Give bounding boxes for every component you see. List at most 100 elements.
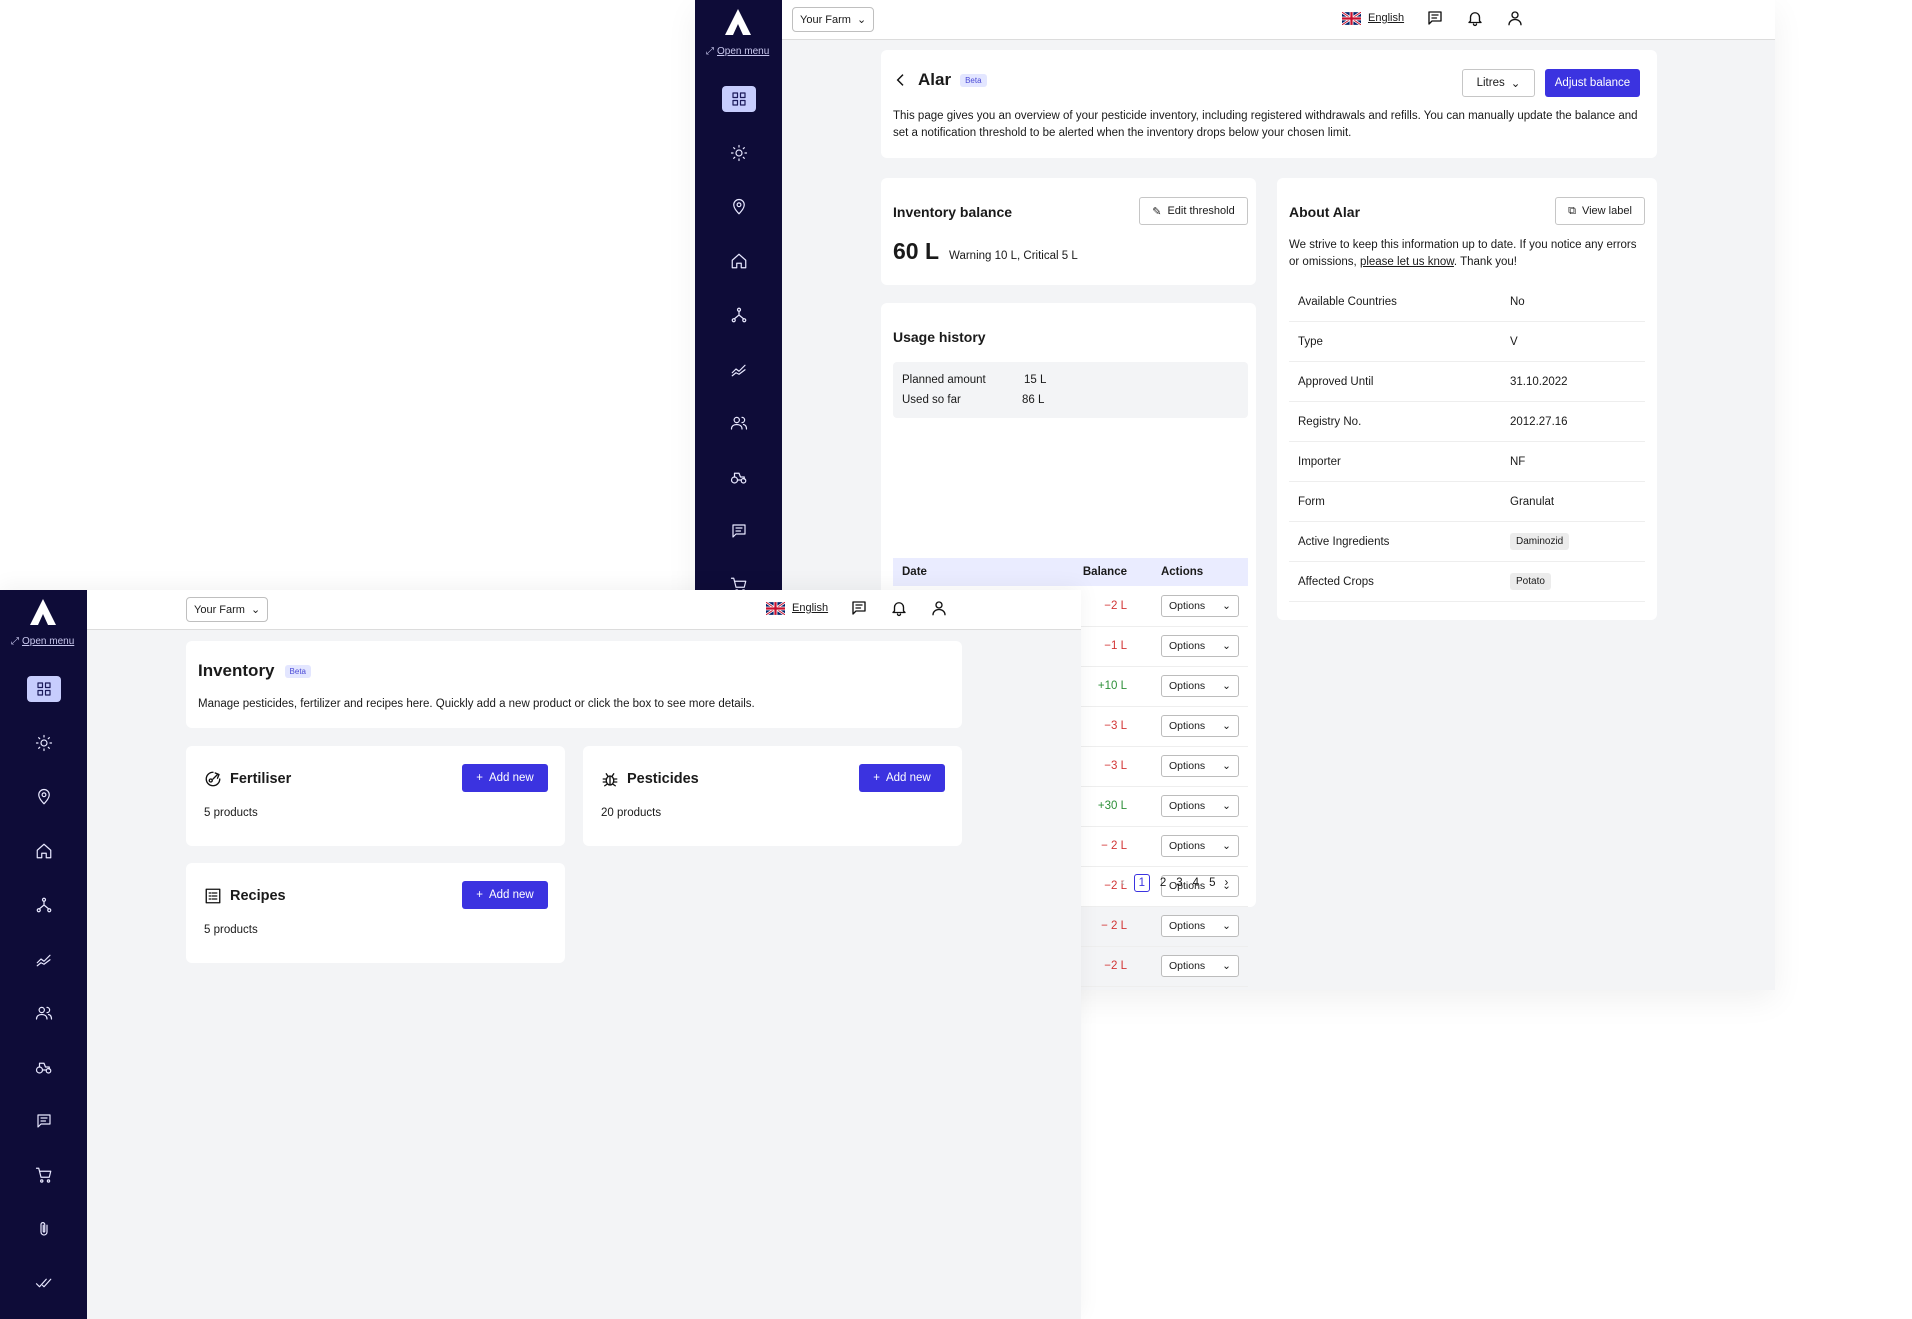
- row-options-dropdown[interactable]: Options ⌄: [1160, 635, 1239, 657]
- expand-icon: ⤢: [11, 636, 19, 647]
- about-row: Form Granulat: [1289, 482, 1645, 522]
- chevron-left-icon[interactable]: ‹: [1121, 877, 1125, 889]
- bell-icon[interactable]: [890, 599, 908, 617]
- about-key: Active Ingredients: [1298, 535, 1390, 548]
- weather-icon: [730, 144, 747, 162]
- row-options-dropdown[interactable]: Options ⌄: [1160, 675, 1239, 697]
- recipe-list-icon: [205, 888, 221, 904]
- add-pesticide-button[interactable]: + Add new: [859, 764, 945, 792]
- language-selector[interactable]: English: [1342, 11, 1404, 25]
- row-options-dropdown[interactable]: Options ⌄: [1160, 795, 1239, 817]
- weather-icon: [35, 734, 52, 752]
- page-number[interactable]: 3: [1176, 877, 1182, 889]
- sidebar-item-tasks[interactable]: [0, 1256, 87, 1310]
- sidebar-item-messages[interactable]: [695, 504, 782, 558]
- page-number[interactable]: 2: [1160, 877, 1166, 889]
- sidebar-item-analytics[interactable]: [695, 342, 782, 396]
- category-card-pesticides[interactable]: Pesticides + Add new 20 products: [583, 746, 962, 846]
- row-options-dropdown[interactable]: Options ⌄: [1160, 715, 1239, 737]
- sidebar-item-network[interactable]: [695, 288, 782, 342]
- about-card: About Alar ⧉ View label We strive to keep…: [1277, 178, 1657, 620]
- open-menu-link[interactable]: ⤢ Open menu: [706, 46, 769, 57]
- back-arrow-icon[interactable]: [893, 72, 909, 88]
- about-details: Available Countries No Type V Approved Until…: [1289, 282, 1645, 602]
- sidebar-item-people[interactable]: [0, 986, 87, 1040]
- chevron-down-icon: ⌄: [1222, 800, 1231, 812]
- add-recipe-button[interactable]: + Add new: [462, 881, 548, 909]
- about-intro: We strive to keep this information up to…: [1289, 239, 1637, 268]
- about-row: Active Ingredients Daminozid: [1289, 522, 1645, 562]
- row-options-dropdown[interactable]: Options ⌄: [1160, 755, 1239, 777]
- chevron-down-icon: ⌄: [856, 14, 867, 26]
- about-value: 31.10.2022: [1510, 375, 1568, 388]
- bell-icon[interactable]: [1466, 9, 1484, 27]
- row-options-dropdown[interactable]: Options ⌄: [1160, 955, 1239, 977]
- chevron-down-icon: ⌄: [1222, 960, 1231, 972]
- logo-icon[interactable]: [723, 8, 753, 36]
- category-name: Pesticides: [627, 771, 699, 787]
- unit-select[interactable]: Litres ⌄: [1462, 69, 1535, 97]
- row-options-dropdown[interactable]: Options ⌄: [1160, 915, 1239, 937]
- category-name: Recipes: [230, 888, 286, 904]
- sidebar-item-map[interactable]: [0, 770, 87, 824]
- user-icon[interactable]: [1506, 9, 1524, 27]
- language-selector[interactable]: English: [766, 601, 828, 615]
- page-number[interactable]: 5: [1209, 877, 1215, 889]
- sidebar-item-home[interactable]: [0, 824, 87, 878]
- edit-threshold-button[interactable]: ✎ Edit threshold: [1139, 197, 1248, 225]
- row-options-dropdown[interactable]: Options ⌄: [1160, 594, 1239, 617]
- sidebar-item-shop[interactable]: [0, 1148, 87, 1202]
- sidebar-item-dashboard[interactable]: [695, 72, 782, 126]
- logo-icon[interactable]: [28, 598, 58, 626]
- page-number[interactable]: 1: [1133, 874, 1150, 892]
- page-description: Manage pesticides, fertilizer and recipe…: [198, 698, 755, 710]
- sidebar-item-dashboard[interactable]: [0, 662, 87, 716]
- chevron-down-icon: ⌄: [1222, 720, 1231, 732]
- chat-icon[interactable]: [850, 599, 868, 617]
- about-value: Granulat: [1510, 495, 1555, 508]
- adjust-balance-button[interactable]: Adjust balance: [1545, 69, 1640, 97]
- about-key: Affected Crops: [1298, 575, 1374, 588]
- chevron-right-icon[interactable]: ›: [1224, 877, 1228, 889]
- view-label-button[interactable]: ⧉ View label: [1555, 197, 1645, 225]
- feedback-link[interactable]: please let us know: [1360, 256, 1454, 268]
- sidebar-item-learning[interactable]: [0, 1310, 87, 1319]
- inventory-header-card: Inventory Beta Manage pesticides, fertil…: [186, 641, 962, 728]
- category-card-fertiliser[interactable]: Fertiliser + Add new 5 products: [186, 746, 565, 846]
- chevron-down-icon: ⌄: [1222, 599, 1231, 612]
- sidebar-item-machinery[interactable]: [0, 1040, 87, 1094]
- add-fertiliser-button[interactable]: + Add new: [462, 764, 548, 792]
- beta-badge: Beta: [960, 73, 987, 87]
- fertiliser-icon: [205, 771, 221, 787]
- open-menu-link[interactable]: ⤢ Open menu: [11, 636, 74, 647]
- chevron-down-icon: ⌄: [1222, 840, 1231, 852]
- sidebar-item-weather[interactable]: [0, 716, 87, 770]
- sidebar-item-network[interactable]: [0, 878, 87, 932]
- chat-icon[interactable]: [1426, 9, 1444, 27]
- about-key: Registry No.: [1298, 415, 1362, 428]
- category-card-recipes[interactable]: Recipes + Add new 5 products: [186, 863, 565, 963]
- sidebar-item-analytics[interactable]: [0, 932, 87, 986]
- farm-select[interactable]: Your Farm ⌄: [186, 597, 269, 622]
- about-value: V: [1510, 335, 1518, 348]
- product-count: 5 products: [204, 924, 258, 936]
- sidebar-nav: [695, 72, 782, 612]
- farm-select[interactable]: Your Farm ⌄: [792, 7, 875, 32]
- expand-icon: ⤢: [706, 46, 714, 57]
- sidebar-item-weather[interactable]: [695, 126, 782, 180]
- row-options-dropdown[interactable]: Options ⌄: [1160, 835, 1239, 857]
- sidebar-item-machinery[interactable]: [695, 450, 782, 504]
- uk-flag-icon: [766, 601, 785, 615]
- sidebar-item-map[interactable]: [695, 180, 782, 234]
- about-row: Available Countries No: [1289, 282, 1645, 322]
- detail-header-card: Alar Beta Litres ⌄ Adjust balance This pa…: [881, 50, 1657, 158]
- sidebar-item-attachments[interactable]: [0, 1202, 87, 1256]
- page-number[interactable]: 4: [1193, 877, 1199, 889]
- paperclip-icon: [39, 1222, 48, 1236]
- user-icon[interactable]: [930, 599, 948, 617]
- sidebar-item-home[interactable]: [695, 234, 782, 288]
- page-title: Alar: [918, 70, 952, 89]
- sidebar-item-messages[interactable]: [0, 1094, 87, 1148]
- about-row: Type V: [1289, 322, 1645, 362]
- sidebar-item-people[interactable]: [695, 396, 782, 450]
